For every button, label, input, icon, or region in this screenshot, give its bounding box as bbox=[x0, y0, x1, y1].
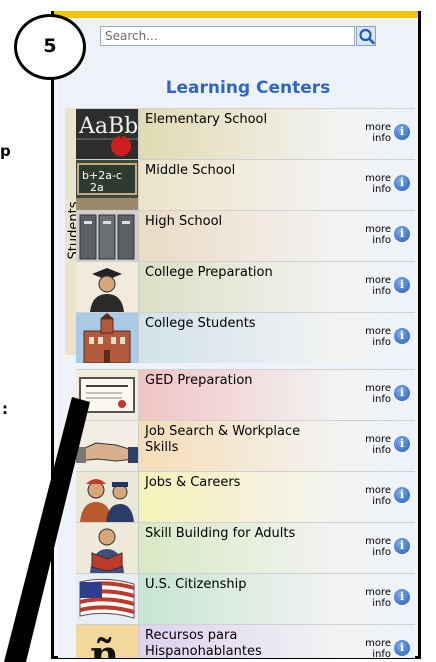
info-text: info bbox=[372, 496, 391, 507]
info-icon[interactable]: i bbox=[394, 640, 410, 656]
info-text: info bbox=[372, 337, 391, 348]
more-info-link[interactable]: more info bbox=[361, 224, 391, 246]
more-text: more bbox=[365, 434, 391, 445]
info-text: info bbox=[372, 184, 391, 195]
info-icon[interactable]: i bbox=[394, 175, 410, 191]
more-info-link[interactable]: more info bbox=[361, 275, 391, 297]
info-text: info bbox=[372, 235, 391, 246]
svg-text:2a: 2a bbox=[90, 181, 104, 194]
more-text: more bbox=[365, 587, 391, 598]
list-item-label: College Students bbox=[145, 316, 256, 331]
info-text: info bbox=[372, 649, 391, 658]
more-info-link[interactable]: more info bbox=[361, 434, 391, 456]
info-text: info bbox=[372, 598, 391, 609]
search-input[interactable] bbox=[100, 26, 355, 46]
more-text: more bbox=[365, 173, 391, 184]
info-text: info bbox=[372, 286, 391, 297]
list-item-label: GED Preparation bbox=[145, 373, 253, 388]
more-info-link[interactable]: more info bbox=[361, 383, 391, 405]
college-building-icon bbox=[76, 313, 139, 363]
high-school-icon bbox=[76, 211, 139, 261]
info-icon[interactable]: i bbox=[394, 328, 410, 344]
info-text: info bbox=[372, 394, 391, 405]
cropped-text-fragment: : bbox=[2, 400, 8, 418]
graduate-icon bbox=[76, 262, 139, 312]
handshake-icon bbox=[76, 421, 139, 471]
list-item-middle-school[interactable]: b+2a-c 2a Middle School more info i bbox=[76, 159, 415, 210]
list-item-label: Middle School bbox=[145, 163, 236, 178]
more-info-link[interactable]: more info bbox=[361, 536, 391, 558]
list-item-label: Elementary School bbox=[145, 112, 268, 127]
more-info-link[interactable]: more info bbox=[361, 587, 391, 609]
panel-title: Learning Centers bbox=[165, 78, 331, 98]
more-text: more bbox=[365, 275, 391, 286]
info-text: info bbox=[372, 133, 391, 144]
more-text: more bbox=[365, 383, 391, 394]
info-text: info bbox=[372, 445, 391, 456]
list-item-high-school[interactable]: High School more info i bbox=[76, 210, 415, 261]
more-info-link[interactable]: more info bbox=[361, 326, 391, 348]
us-flag-icon bbox=[76, 574, 139, 624]
cropped-text-fragment: p bbox=[0, 142, 11, 160]
list-item-college-students[interactable]: College Students more info i bbox=[76, 312, 415, 363]
more-text: more bbox=[365, 122, 391, 133]
list-item-job-search[interactable]: Job Search & Workplace Skills more info i bbox=[76, 420, 415, 471]
more-info-link[interactable]: more info bbox=[361, 173, 391, 195]
list-item-label: Job Search & Workplace Skills bbox=[145, 424, 301, 455]
more-info-link[interactable]: more info bbox=[361, 638, 391, 658]
diploma-icon bbox=[76, 370, 139, 420]
search-button[interactable] bbox=[356, 26, 376, 46]
info-icon[interactable]: i bbox=[394, 589, 410, 605]
svg-text:ñ: ñ bbox=[90, 632, 119, 658]
more-info-link[interactable]: more info bbox=[361, 485, 391, 507]
list-item-jobs-careers[interactable]: Jobs & Careers more info i bbox=[76, 471, 415, 522]
info-icon[interactable]: i bbox=[394, 226, 410, 242]
info-icon[interactable]: i bbox=[394, 277, 410, 293]
more-text: more bbox=[365, 326, 391, 337]
workers-icon bbox=[76, 472, 139, 522]
info-icon[interactable]: i bbox=[394, 385, 410, 401]
enye-icon: ñ bbox=[76, 625, 139, 658]
more-text: more bbox=[365, 638, 391, 649]
svg-text:AaBb: AaBb bbox=[78, 114, 138, 139]
search-icon bbox=[359, 28, 375, 45]
more-text: more bbox=[365, 536, 391, 547]
info-icon[interactable]: i bbox=[394, 487, 410, 503]
list-item-ged-preparation[interactable]: GED Preparation more info i bbox=[76, 369, 415, 420]
learning-centers-panel: Learning Centers Students AaBb Elementar… bbox=[58, 18, 415, 658]
list-item-recursos[interactable]: ñ Recursos para Hispanohablantes more inf… bbox=[76, 624, 415, 658]
middle-school-icon: b+2a-c 2a bbox=[76, 160, 139, 210]
top-accent-bar bbox=[54, 11, 418, 18]
list-item-label: U.S. Citizenship bbox=[145, 577, 247, 592]
more-text: more bbox=[365, 224, 391, 235]
step-number-badge: 5 bbox=[14, 14, 86, 80]
list-item-skill-building[interactable]: Skill Building for Adults more info i bbox=[76, 522, 415, 573]
elementary-school-icon: AaBb bbox=[76, 109, 139, 159]
list-item-label: High School bbox=[145, 214, 223, 229]
more-info-link[interactable]: more info bbox=[361, 122, 391, 144]
list-item-label: College Preparation bbox=[145, 265, 273, 280]
info-icon[interactable]: i bbox=[394, 124, 410, 140]
info-icon[interactable]: i bbox=[394, 436, 410, 452]
list-item-college-preparation[interactable]: College Preparation more info i bbox=[76, 261, 415, 312]
more-text: more bbox=[365, 485, 391, 496]
list-item-label: Skill Building for Adults bbox=[145, 526, 296, 541]
info-icon[interactable]: i bbox=[394, 538, 410, 554]
list-item-label: Recursos para Hispanohablantes bbox=[145, 628, 262, 658]
list-item-us-citizenship[interactable]: U.S. Citizenship more info i bbox=[76, 573, 415, 624]
list-item-label: Jobs & Careers bbox=[145, 475, 241, 490]
list-item-elementary-school[interactable]: AaBb Elementary School more info i bbox=[76, 108, 415, 159]
reader-icon bbox=[76, 523, 139, 573]
info-text: info bbox=[372, 547, 391, 558]
